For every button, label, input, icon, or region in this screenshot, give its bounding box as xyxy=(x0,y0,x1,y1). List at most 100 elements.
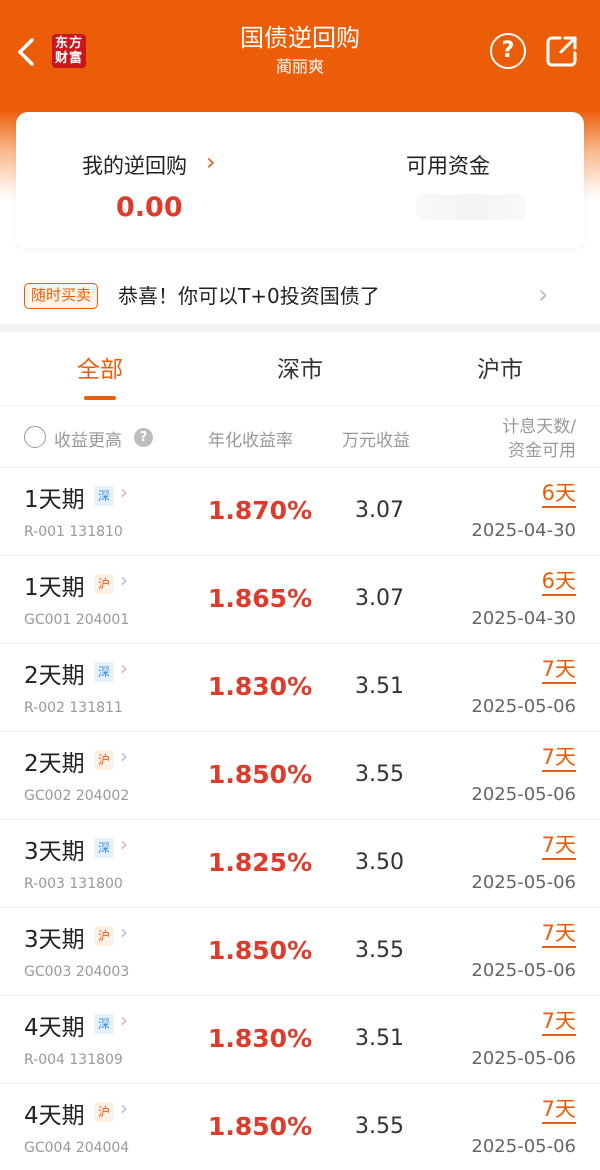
market-badge: 深 xyxy=(94,662,114,682)
interest-days-link[interactable]: 7天 xyxy=(541,920,576,948)
funds-available-date: 2025-05-06 xyxy=(471,1136,576,1157)
security-code: GC004 204004 xyxy=(24,1140,130,1156)
chevron-right-icon[interactable]: › xyxy=(206,148,216,176)
chevron-right-icon: › xyxy=(120,1008,128,1032)
chevron-right-icon: › xyxy=(538,280,549,310)
interest-days-link[interactable]: 7天 xyxy=(541,744,576,772)
term-name: 2天期 xyxy=(24,663,85,689)
annual-rate: 1.830% xyxy=(208,672,313,701)
help-circle-icon[interactable]: ? xyxy=(134,428,153,447)
tab-shenzhen[interactable]: 深市 xyxy=(240,350,360,384)
interest-days-link[interactable]: 7天 xyxy=(541,832,576,860)
market-badge: 深 xyxy=(94,1014,114,1034)
interest-days-link[interactable]: 7天 xyxy=(541,1008,576,1036)
notice-tag: 随时买卖 xyxy=(24,283,99,309)
chevron-right-icon: › xyxy=(120,832,128,856)
income-per-10k: 3.07 xyxy=(355,498,404,523)
interest-days-link[interactable]: 7天 xyxy=(541,656,576,684)
available-funds-value-hidden xyxy=(416,194,526,220)
col-days-line1: 计息天数/ xyxy=(502,417,576,437)
term-name: 4天期 xyxy=(24,1103,85,1129)
term-name: 1天期 xyxy=(24,487,85,513)
chevron-right-icon: › xyxy=(120,744,128,768)
chevron-right-icon: › xyxy=(120,920,128,944)
share-external-icon xyxy=(546,36,577,67)
annual-rate: 1.825% xyxy=(208,848,313,877)
income-per-10k: 3.07 xyxy=(355,586,404,611)
market-badge: 沪 xyxy=(94,1102,114,1122)
market-tabs: 全部 深市 沪市 xyxy=(0,332,600,406)
term-name: 1天期 xyxy=(24,575,85,601)
active-tab-indicator xyxy=(84,396,116,400)
annual-rate: 1.850% xyxy=(208,1112,313,1141)
funds-available-date: 2025-05-06 xyxy=(471,960,576,981)
interest-days-link[interactable]: 6天 xyxy=(541,480,576,508)
notice-text: 恭喜！你可以T+0投资国债了 xyxy=(118,284,380,308)
funds-available-date: 2025-05-06 xyxy=(471,872,576,893)
my-repo-link[interactable]: 我的逆回购 xyxy=(82,150,187,180)
security-code: GC002 204002 xyxy=(24,788,130,804)
table-row[interactable]: 4天期 深 › R-004 131809 1.830% 3.51 7天 2025… xyxy=(0,996,600,1084)
table-header: 收益更高 ? 年化收益率 万元收益 计息天数/ 资金可用 xyxy=(0,406,600,468)
tab-all[interactable]: 全部 xyxy=(40,350,160,384)
chevron-right-icon: › xyxy=(120,1096,128,1120)
annual-rate: 1.865% xyxy=(208,584,313,613)
security-code: R-002 131811 xyxy=(24,700,123,716)
funds-available-date: 2025-05-06 xyxy=(471,696,576,717)
security-code: GC001 204001 xyxy=(24,612,130,628)
col-days-line2: 资金可用 xyxy=(508,441,576,461)
table-row[interactable]: 2天期 深 › R-002 131811 1.830% 3.51 7天 2025… xyxy=(0,644,600,732)
table-row[interactable]: 1天期 深 › R-001 131810 1.870% 3.07 6天 2025… xyxy=(0,468,600,556)
annual-rate: 1.870% xyxy=(208,496,313,525)
section-divider xyxy=(0,324,600,332)
funds-available-date: 2025-04-30 xyxy=(471,520,576,541)
chevron-right-icon: › xyxy=(120,480,128,504)
sort-higher-yield-label[interactable]: 收益更高 xyxy=(54,426,122,451)
table-row[interactable]: 3天期 深 › R-003 131800 1.825% 3.50 7天 2025… xyxy=(0,820,600,908)
annual-rate: 1.850% xyxy=(208,936,313,965)
my-repo-value: 0.00 xyxy=(116,192,183,223)
security-code: R-003 131800 xyxy=(24,876,123,892)
col-income-per-10k: 万元收益 xyxy=(342,431,410,451)
question-icon: ? xyxy=(501,38,515,63)
sort-higher-yield-radio[interactable] xyxy=(24,426,46,448)
security-code: R-001 131810 xyxy=(24,524,123,540)
table-row[interactable]: 4天期 沪 › GC004 204004 1.850% 3.55 7天 2025… xyxy=(0,1084,600,1170)
term-name: 3天期 xyxy=(24,927,85,953)
interest-days-link[interactable]: 6天 xyxy=(541,568,576,596)
available-funds-label: 可用资金 xyxy=(406,154,490,178)
income-per-10k: 3.55 xyxy=(355,1114,404,1139)
tab-shanghai[interactable]: 沪市 xyxy=(440,350,560,384)
market-badge: 沪 xyxy=(94,574,114,594)
funds-available-date: 2025-05-06 xyxy=(471,1048,576,1069)
funds-available-date: 2025-04-30 xyxy=(471,608,576,629)
funds-available-date: 2025-05-06 xyxy=(471,784,576,805)
chevron-right-icon: › xyxy=(120,656,128,680)
table-row[interactable]: 2天期 沪 › GC002 204002 1.850% 3.55 7天 2025… xyxy=(0,732,600,820)
summary-card: 我的逆回购 › 0.00 可用资金 xyxy=(16,112,584,248)
term-name: 2天期 xyxy=(24,751,85,777)
market-badge: 沪 xyxy=(94,926,114,946)
help-button[interactable]: ? xyxy=(490,33,526,69)
income-per-10k: 3.55 xyxy=(355,938,404,963)
chevron-right-icon: › xyxy=(120,568,128,592)
market-badge: 沪 xyxy=(94,750,114,770)
market-badge: 深 xyxy=(94,486,114,506)
notice-banner[interactable]: 随时买卖 恭喜！你可以T+0投资国债了 › xyxy=(0,268,600,324)
annual-rate: 1.850% xyxy=(208,760,313,789)
market-badge: 深 xyxy=(94,838,114,858)
income-per-10k: 3.55 xyxy=(355,762,404,787)
col-annual-rate: 年化收益率 xyxy=(208,431,293,451)
security-code: R-004 131809 xyxy=(24,1052,123,1068)
share-button[interactable] xyxy=(544,33,580,69)
table-row[interactable]: 1天期 沪 › GC001 204001 1.865% 3.07 6天 2025… xyxy=(0,556,600,644)
interest-days-link[interactable]: 7天 xyxy=(541,1096,576,1124)
security-code: GC003 204003 xyxy=(24,964,130,980)
income-per-10k: 3.51 xyxy=(355,674,404,699)
income-per-10k: 3.50 xyxy=(355,850,404,875)
table-row[interactable]: 3天期 沪 › GC003 204003 1.850% 3.55 7天 2025… xyxy=(0,908,600,996)
term-name: 4天期 xyxy=(24,1015,85,1041)
annual-rate: 1.830% xyxy=(208,1024,313,1053)
income-per-10k: 3.51 xyxy=(355,1026,404,1051)
term-name: 3天期 xyxy=(24,839,85,865)
